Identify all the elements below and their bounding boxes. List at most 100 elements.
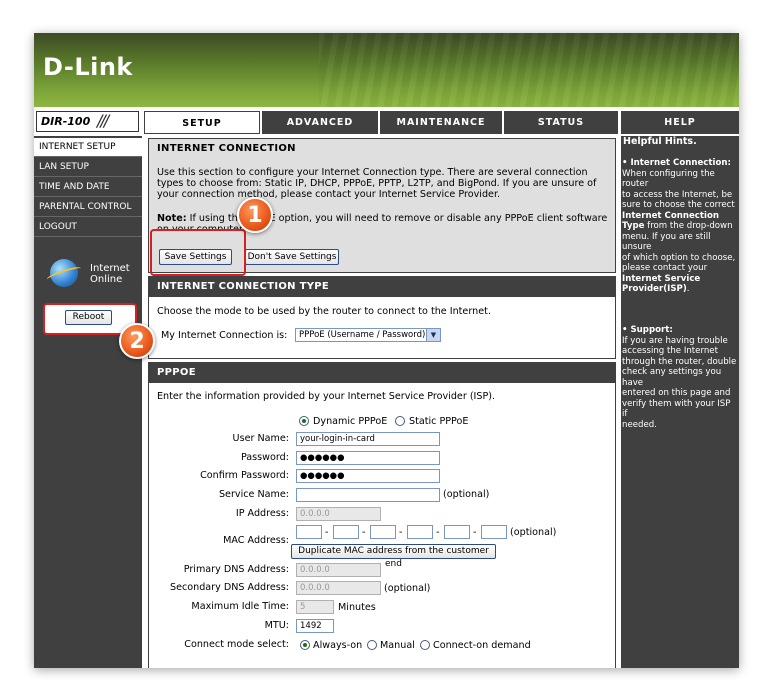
help-ic-end: . <box>686 284 690 294</box>
model-slashes-icon: /// <box>97 111 109 130</box>
static-pppoe-radio[interactable] <box>395 416 405 426</box>
intro-line-2: types to choose from: Static IP, DHCP, P… <box>157 178 597 189</box>
dlink-logo: D-Link <box>43 53 133 81</box>
help-title: Helpful Hints. <box>623 136 697 147</box>
help-support-line: through the router, double <box>622 356 737 367</box>
dont-save-settings-button[interactable]: Don't Save Settings <box>245 249 339 265</box>
connection-type-desc: Choose the mode to be used by the router… <box>157 306 491 317</box>
help-ic-line: When configuring the router <box>622 168 715 190</box>
connect-on-demand-radio[interactable] <box>420 640 430 650</box>
user-name-input[interactable]: your-login-in-card <box>296 432 440 446</box>
mac-octet-4-input[interactable] <box>407 525 433 539</box>
mac-address-label: MAC Address: <box>223 535 289 546</box>
tab-status[interactable]: STATUS <box>504 111 618 134</box>
note-label: Note: <box>157 213 187 224</box>
intro-line-1: Use this section to configure your Inter… <box>157 167 588 178</box>
secondary-dns-input[interactable]: 0.0.0.0 <box>296 581 381 595</box>
internet-status-line2: Online <box>90 274 123 285</box>
primary-dns-input[interactable]: 0.0.0.0 <box>296 563 381 577</box>
confirm-password-input[interactable]: ●●●●●● <box>296 469 440 483</box>
manual-radio[interactable] <box>367 640 377 650</box>
router-admin-window: D-Link DIR-100 /// SETUP ADVANCED MAINTE… <box>34 33 739 668</box>
help-support-line: entered on this page and <box>622 388 731 398</box>
tab-setup[interactable]: SETUP <box>144 111 260 134</box>
primary-dns-label: Primary DNS Address: <box>183 564 289 575</box>
max-idle-label: Maximum Idle Time: <box>191 601 289 612</box>
connection-type-label: My Internet Connection is: <box>161 330 288 341</box>
help-support-line: verify them with your ISP if <box>622 398 731 420</box>
mac-octet-3-input[interactable] <box>370 525 396 539</box>
help-support-line: If you are having trouble <box>622 335 728 346</box>
internet-status-line1: Internet <box>90 263 130 274</box>
password-input[interactable]: ●●●●●● <box>296 451 440 465</box>
ip-address-input[interactable]: 0.0.0.0 <box>296 507 381 521</box>
sidebar-item-lan-setup[interactable]: LAN SETUP <box>34 158 142 177</box>
mac-octet-5-input[interactable] <box>444 525 470 539</box>
mac-octet-6-input[interactable] <box>481 525 507 539</box>
confirm-password-label: Confirm Password: <box>200 470 289 481</box>
help-ic-line: please contact your <box>622 263 708 273</box>
static-pppoe-label: Static PPPoE <box>409 416 469 427</box>
clone-mac-button[interactable]: Duplicate MAC address from the customer … <box>291 544 496 569</box>
service-name-label: Service Name: <box>218 489 289 500</box>
mac-octet-2-input[interactable] <box>333 525 359 539</box>
mtu-label: MTU: <box>264 620 289 631</box>
sidebar-item-parental-control[interactable]: PARENTAL CONTROL <box>34 198 142 217</box>
always-on-radio[interactable] <box>300 640 310 650</box>
help-ic-line: to access the Internet, be <box>622 189 733 200</box>
mac-optional: (optional) <box>510 527 557 538</box>
help-support-title: • Support: <box>622 325 673 335</box>
connect-mode-label: Connect mode select: <box>184 639 289 650</box>
password-label: Password: <box>240 452 289 463</box>
connect-on-demand-label: Connect-on demand <box>433 640 531 651</box>
help-ic-line: from the drop-down <box>644 221 733 231</box>
pppoe-section: PPPOE Enter the information provided by … <box>148 362 616 668</box>
help-support: • Support: If you are having trouble acc… <box>622 325 738 430</box>
service-name-optional: (optional) <box>443 489 490 500</box>
note-line-1: Note: If using the PPPoE option, you wil… <box>157 213 607 224</box>
sidebar: INTERNET SETUP LAN SETUP TIME AND DATE P… <box>34 136 142 668</box>
max-idle-input[interactable]: 5 <box>296 600 334 614</box>
ip-address-label: IP Address: <box>235 508 289 519</box>
pppoe-title: PPPOE <box>149 363 615 383</box>
mac-separator: - <box>436 527 440 538</box>
mtu-input[interactable]: 1492 <box>296 619 334 633</box>
service-name-input[interactable] <box>296 488 440 502</box>
sidebar-item-internet-setup[interactable]: INTERNET SETUP <box>34 138 142 157</box>
main-content: INTERNET CONNECTION Use this section to … <box>144 136 620 668</box>
manual-label: Manual <box>380 640 415 651</box>
help-ic-line: sure to choose the correct <box>622 200 735 210</box>
dynamic-pppoe-radio[interactable] <box>299 416 309 426</box>
max-idle-unit: Minutes <box>338 602 376 613</box>
step-marker-2: 2 <box>119 323 155 359</box>
mac-separator: - <box>325 527 329 538</box>
help-panel: Helpful Hints. • Internet Connection: Wh… <box>621 136 739 668</box>
help-ic-line: of which option to choose, <box>622 252 736 263</box>
connection-type-value: PPPoE (Username / Password) <box>299 330 426 340</box>
help-ic-line: menu. If you are still unsure <box>622 231 711 253</box>
help-support-line: check any settings you have <box>622 367 722 388</box>
tab-maintenance[interactable]: MAINTENANCE <box>380 111 502 134</box>
mac-octet-1-input[interactable] <box>296 525 322 539</box>
internet-status: Internet Online <box>90 263 130 285</box>
step-marker-1: 1 <box>237 197 273 233</box>
internet-globe-icon <box>50 259 78 287</box>
sidebar-item-logout[interactable]: LOGOUT <box>34 218 142 237</box>
always-on-label: Always-on <box>313 640 363 651</box>
help-ic-bold: Provider(ISP) <box>622 284 687 294</box>
chevron-down-icon: ▼ <box>426 329 440 341</box>
help-ic-bold: Internet Connection <box>622 210 719 221</box>
reboot-button[interactable]: Reboot <box>65 310 112 325</box>
connection-type-select[interactable]: PPPoE (Username / Password) ▼ <box>295 328 441 342</box>
tab-help[interactable]: HELP <box>621 111 739 134</box>
help-support-line: accessing the Internet <box>622 346 718 356</box>
header-banner: D-Link <box>34 33 739 107</box>
help-ic-title: • Internet Connection: <box>622 158 731 168</box>
tab-advanced[interactable]: ADVANCED <box>262 111 378 134</box>
sidebar-item-time-and-date[interactable]: TIME AND DATE <box>34 178 142 197</box>
dynamic-pppoe-label: Dynamic PPPoE <box>313 416 388 427</box>
intro-line-3: your connection method, please contact y… <box>157 189 501 200</box>
help-ic-bold: Type <box>622 221 645 231</box>
secondary-dns-label: Secondary DNS Address: <box>170 582 289 593</box>
connection-type-title: INTERNET CONNECTION TYPE <box>149 277 615 297</box>
